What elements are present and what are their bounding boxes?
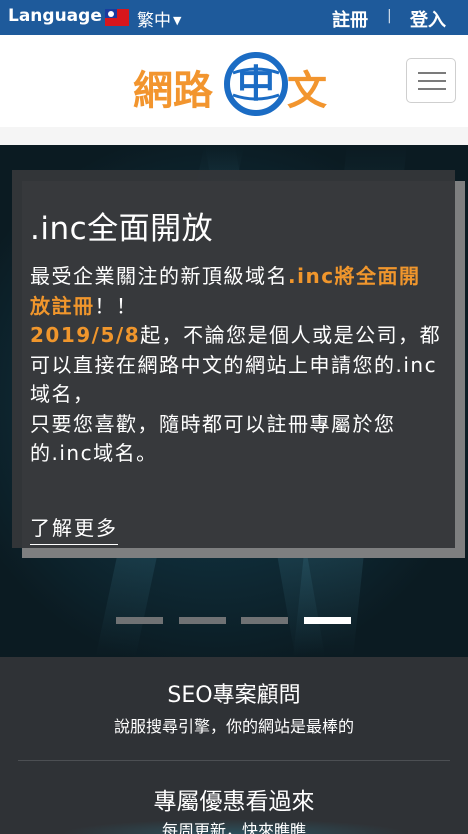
promo-text: 最受企業關注的新頂級域名 (30, 264, 288, 288)
carousel-dot[interactable] (241, 617, 288, 624)
promo-title: .inc全面開放 (30, 211, 214, 247)
caret-down-icon: ▼ (173, 14, 182, 27)
learn-more-link[interactable]: 了解更多 (30, 512, 118, 545)
logo-text-left: 網路 (133, 68, 213, 114)
deals-title[interactable]: 專屬優惠看過來 (0, 782, 468, 816)
logo-globe-icon: 中 (224, 52, 288, 116)
promo-body: 最受企業關注的新頂級域名.inc將全面開放註冊！！ 2019/5/8起，不論您是… (30, 262, 442, 469)
login-link[interactable]: 登入 (410, 6, 446, 32)
divider (18, 760, 450, 761)
services-section: SEO專案顧問 說服搜尋引擎，你的網站是最棒的 專屬優惠看過來 每周更新，快來瞧… (0, 657, 468, 834)
promo-text: ！！ (94, 293, 138, 318)
taiwan-flag-icon (105, 9, 129, 26)
site-header: 網路 中 文 (0, 35, 468, 127)
logo-text-right: 文 (287, 68, 327, 114)
promo-card: .inc全面開放 最受企業關注的新頂級域名.inc將全面開放註冊！！ 2019/… (12, 170, 455, 548)
language-selected: 繁中 (137, 11, 171, 31)
carousel-dot[interactable] (116, 617, 163, 624)
promo-date: 2019/5/8 (30, 323, 141, 347)
register-link[interactable]: 註冊 (332, 6, 368, 32)
promo-text: 只要您喜歡，隨時都可以註冊專屬於您的.inc域名。 (30, 411, 396, 466)
header-spacer (0, 127, 468, 145)
site-logo[interactable]: 網路 中 文 (133, 51, 338, 116)
carousel-dot-active[interactable] (304, 617, 351, 624)
logo-text-center: 中 (237, 62, 275, 106)
deals-subtitle: 每周更新，快來瞧瞧 (161, 821, 306, 834)
hamburger-bar (418, 88, 446, 90)
hamburger-bar (418, 80, 446, 82)
separator: | (387, 8, 392, 24)
seo-subtitle: 說服搜尋引擎，你的網站是最棒的 (113, 717, 354, 736)
language-label: Language (8, 6, 102, 26)
carousel-dot[interactable] (179, 617, 226, 624)
language-dropdown[interactable]: 繁中 ▼ (137, 6, 181, 31)
top-bar: Language 繁中 ▼ 註冊 | 登入 (0, 0, 468, 35)
menu-toggle-button[interactable] (406, 58, 456, 103)
seo-title[interactable]: SEO專案顧問 (0, 677, 468, 709)
hamburger-bar (418, 72, 446, 74)
hero-carousel: .inc全面開放 最受企業關注的新頂級域名.inc將全面開放註冊！！ 2019/… (0, 145, 468, 657)
